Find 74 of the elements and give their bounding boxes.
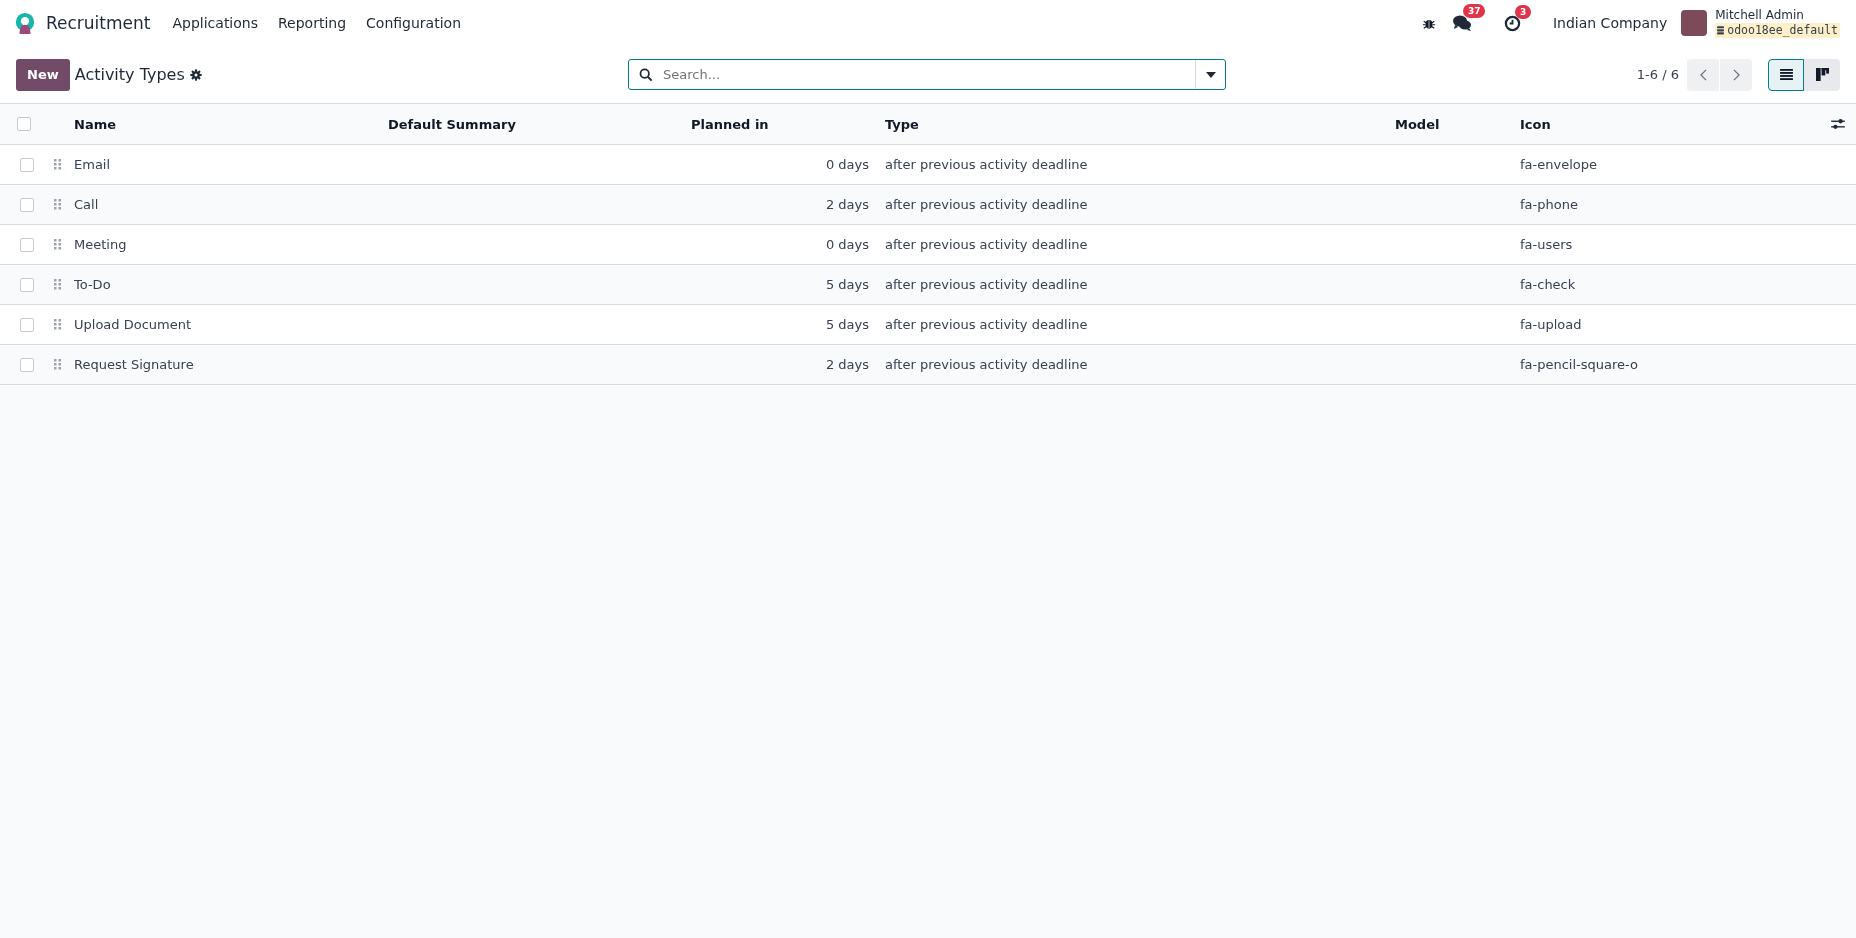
table-cell: Call bbox=[74, 197, 99, 212]
row-checkbox[interactable] bbox=[20, 277, 34, 292]
search-icon bbox=[639, 67, 653, 82]
row-checkbox[interactable] bbox=[20, 357, 34, 372]
kanban-icon bbox=[1815, 68, 1829, 81]
drag-handle-icon[interactable] bbox=[53, 319, 61, 330]
app-name[interactable]: Recruitment bbox=[46, 13, 151, 33]
kanban-view-button[interactable] bbox=[1804, 58, 1840, 91]
page-title: Activity Types bbox=[74, 65, 185, 84]
search-input[interactable]: Search... bbox=[661, 66, 1195, 83]
table-cell: fa-upload bbox=[1520, 317, 1582, 332]
column-header[interactable]: Icon bbox=[1520, 116, 1551, 132]
select-all-checkbox[interactable] bbox=[17, 117, 31, 131]
drag-handle-icon[interactable] bbox=[53, 279, 61, 290]
database-icon bbox=[1717, 26, 1725, 35]
chat-icon[interactable] bbox=[1451, 14, 1472, 32]
table-cell: Email bbox=[74, 157, 111, 172]
menu-item[interactable]: Configuration bbox=[356, 9, 471, 37]
notification-badge: 37 bbox=[1462, 4, 1486, 18]
row-checkbox[interactable] bbox=[20, 317, 34, 332]
settings-icon[interactable] bbox=[189, 68, 202, 81]
new-button[interactable]: New bbox=[16, 58, 70, 91]
drag-handle-icon[interactable] bbox=[53, 159, 61, 170]
table-cell: Request Signature bbox=[74, 357, 194, 372]
row-checkbox[interactable] bbox=[20, 237, 34, 252]
table-cell: Meeting bbox=[74, 237, 127, 252]
search-field[interactable]: Search... bbox=[628, 59, 1226, 90]
notification-badge: 3 bbox=[1514, 4, 1532, 19]
chevron-left-icon bbox=[1699, 68, 1707, 81]
user-name[interactable]: Mitchell Admin bbox=[1715, 8, 1840, 23]
table-cell: fa-pencil-square-o bbox=[1520, 357, 1638, 372]
menu-item[interactable]: Applications bbox=[162, 9, 268, 37]
table-cell: fa-envelope bbox=[1520, 157, 1597, 172]
table-cell: after previous activity deadline bbox=[885, 357, 1088, 372]
table-cell: 5 days bbox=[825, 317, 869, 332]
table-cell: fa-check bbox=[1520, 277, 1576, 292]
table-cell: 2 days bbox=[825, 197, 869, 212]
column-header[interactable]: Model bbox=[1395, 116, 1440, 132]
column-settings-icon[interactable] bbox=[1831, 118, 1845, 130]
table-cell: 5 days bbox=[825, 277, 869, 292]
company-name[interactable]: Indian Company bbox=[1552, 15, 1668, 31]
table-cell: fa-users bbox=[1520, 237, 1573, 252]
table-cell: Upload Document bbox=[74, 317, 192, 332]
table-cell: 0 days bbox=[825, 157, 869, 172]
drag-handle-icon[interactable] bbox=[53, 199, 61, 210]
table-cell: after previous activity deadline bbox=[885, 237, 1088, 252]
drag-handle-icon[interactable] bbox=[53, 359, 61, 370]
table-cell: 2 days bbox=[825, 357, 869, 372]
table-cell: after previous activity deadline bbox=[885, 157, 1088, 172]
next-page-button[interactable] bbox=[1720, 58, 1752, 91]
table-cell: after previous activity deadline bbox=[885, 317, 1088, 332]
previous-page-button[interactable] bbox=[1687, 58, 1719, 91]
column-header[interactable]: Planned in bbox=[691, 116, 769, 132]
table-cell: fa-phone bbox=[1520, 197, 1578, 212]
database-label: odoo18ee_default bbox=[1715, 23, 1840, 38]
column-header[interactable]: Type bbox=[885, 116, 919, 132]
clock-icon[interactable] bbox=[1503, 14, 1521, 32]
row-checkbox[interactable] bbox=[20, 157, 34, 172]
drag-handle-icon[interactable] bbox=[53, 239, 61, 250]
menu-item[interactable]: Reporting bbox=[268, 9, 357, 37]
table-cell: after previous activity deadline bbox=[885, 197, 1088, 212]
pager-value[interactable]: 1-6 / 6 bbox=[1636, 67, 1679, 82]
avatar-placeholder[interactable] bbox=[1681, 10, 1708, 36]
app-logo-icon[interactable] bbox=[14, 12, 36, 34]
list-icon bbox=[1779, 69, 1793, 80]
row-checkbox[interactable] bbox=[20, 197, 34, 212]
chevron-right-icon bbox=[1732, 68, 1740, 81]
column-header[interactable]: Name bbox=[74, 116, 116, 132]
list-view-button[interactable] bbox=[1768, 58, 1804, 91]
column-header[interactable]: Default Summary bbox=[388, 116, 516, 132]
caret-icon bbox=[1205, 71, 1216, 78]
table-cell: 0 days bbox=[825, 237, 869, 252]
table-cell: after previous activity deadline bbox=[885, 277, 1088, 292]
table-cell: To-Do bbox=[74, 277, 111, 292]
